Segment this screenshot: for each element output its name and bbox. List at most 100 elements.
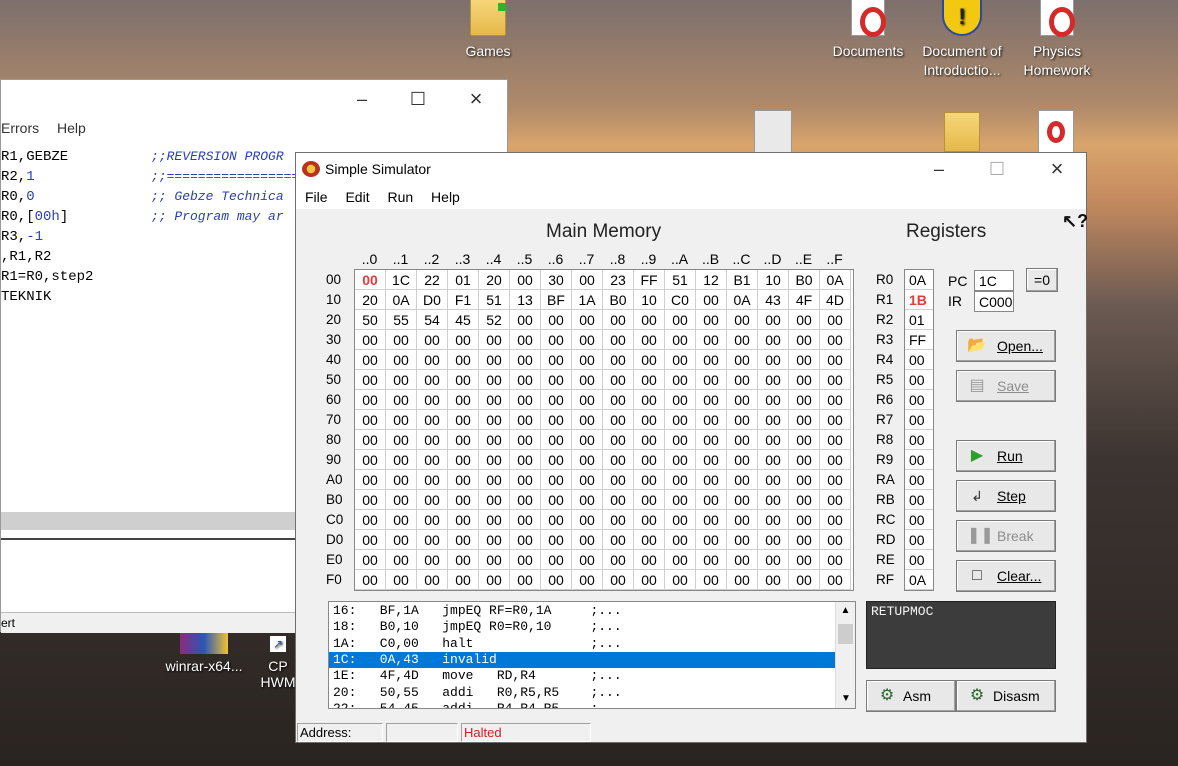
menu-edit[interactable]: Edit: [345, 189, 369, 205]
code-line[interactable]: R2,1: [1, 169, 35, 185]
memory-cell[interactable]: 00: [603, 510, 634, 530]
memory-cell[interactable]: 0A: [727, 290, 758, 310]
break-button[interactable]: ❚❚ Break: [956, 520, 1056, 552]
memory-cell[interactable]: 00: [634, 370, 665, 390]
memory-cell[interactable]: 00: [417, 490, 448, 510]
memory-cell[interactable]: 00: [789, 410, 820, 430]
memory-cell[interactable]: 00: [355, 470, 386, 490]
memory-cell[interactable]: 00: [665, 490, 696, 510]
memory-cell[interactable]: 00: [417, 570, 448, 590]
memory-cell[interactable]: 00: [479, 350, 510, 370]
memory-cell[interactable]: 00: [696, 290, 727, 310]
register-value[interactable]: 00: [905, 490, 933, 510]
memory-cell[interactable]: 00: [634, 330, 665, 350]
memory-cell[interactable]: 00: [820, 430, 851, 450]
document-file-icon[interactable]: [754, 110, 792, 154]
memory-cell[interactable]: 00: [634, 470, 665, 490]
code-line[interactable]: ,R1,R2: [1, 249, 51, 265]
memory-cell[interactable]: 23: [603, 270, 634, 290]
desktop-icon-documents[interactable]: Documents: [818, 0, 918, 61]
memory-cell[interactable]: 00: [479, 330, 510, 350]
memory-cell[interactable]: 00: [758, 350, 789, 370]
memory-cell[interactable]: 00: [789, 350, 820, 370]
memory-cell[interactable]: 00: [386, 330, 417, 350]
memory-cell[interactable]: 00: [572, 490, 603, 510]
memory-cell[interactable]: 00: [479, 410, 510, 430]
memory-cell[interactable]: 00: [355, 410, 386, 430]
memory-cell[interactable]: 00: [572, 390, 603, 410]
memory-cell[interactable]: 00: [603, 330, 634, 350]
memory-cell[interactable]: 00: [355, 330, 386, 350]
memory-cell[interactable]: 00: [386, 570, 417, 590]
memory-cell[interactable]: 00: [665, 410, 696, 430]
register-value[interactable]: 00: [905, 550, 933, 570]
memory-cell[interactable]: 45: [448, 310, 479, 330]
memory-cell[interactable]: 00: [479, 490, 510, 510]
menu-help[interactable]: Help: [431, 189, 460, 205]
memory-cell[interactable]: 00: [603, 350, 634, 370]
menu-errors[interactable]: Errors: [1, 120, 39, 136]
winrar-icon[interactable]: winrar-x64...: [162, 632, 246, 674]
memory-cell[interactable]: 00: [448, 330, 479, 350]
memory-cell[interactable]: 00: [572, 410, 603, 430]
memory-cell[interactable]: 00: [510, 270, 541, 290]
memory-cell[interactable]: 00: [417, 530, 448, 550]
memory-cell[interactable]: 00: [820, 310, 851, 330]
minimize-button[interactable]: –: [916, 153, 962, 185]
memory-cell[interactable]: 00: [479, 570, 510, 590]
folder-icon[interactable]: [944, 112, 980, 152]
listing-row[interactable]: 1E: 4F,4D move RD,R4 ;...: [329, 668, 837, 684]
memory-cell[interactable]: 00: [634, 450, 665, 470]
memory-cell[interactable]: 00: [696, 410, 727, 430]
memory-cell[interactable]: 00: [479, 550, 510, 570]
memory-cell[interactable]: 00: [479, 390, 510, 410]
memory-cell[interactable]: 00: [603, 310, 634, 330]
memory-cell[interactable]: 00: [603, 530, 634, 550]
memory-cell[interactable]: 00: [448, 350, 479, 370]
memory-cell[interactable]: 00: [510, 470, 541, 490]
memory-cell[interactable]: 00: [758, 390, 789, 410]
memory-cell[interactable]: 00: [696, 550, 727, 570]
clear-button[interactable]: □ Clear...: [956, 560, 1056, 592]
memory-cell[interactable]: 13: [510, 290, 541, 310]
memory-cell[interactable]: 00: [758, 330, 789, 350]
memory-cell[interactable]: 00: [386, 350, 417, 370]
memory-cell[interactable]: 00: [448, 450, 479, 470]
memory-cell[interactable]: 00: [758, 510, 789, 530]
memory-cell[interactable]: 00: [355, 270, 386, 290]
memory-cell[interactable]: 00: [758, 570, 789, 590]
memory-cell[interactable]: 00: [541, 550, 572, 570]
memory-cell[interactable]: 00: [634, 510, 665, 530]
memory-cell[interactable]: 00: [479, 370, 510, 390]
listing-row[interactable]: 20: 50,55 addi R0,R5,R5 ;...: [329, 685, 837, 701]
register-value[interactable]: 1B: [905, 290, 933, 310]
memory-cell[interactable]: 00: [603, 550, 634, 570]
memory-cell[interactable]: 00: [479, 470, 510, 490]
memory-cell[interactable]: 00: [386, 370, 417, 390]
memory-cell[interactable]: 00: [479, 430, 510, 450]
memory-cell[interactable]: 00: [386, 490, 417, 510]
register-value[interactable]: 00: [905, 350, 933, 370]
memory-cell[interactable]: 00: [696, 330, 727, 350]
memory-cell[interactable]: 00: [696, 310, 727, 330]
memory-cell[interactable]: 50: [355, 310, 386, 330]
memory-cell[interactable]: 00: [665, 470, 696, 490]
memory-cell[interactable]: 00: [541, 330, 572, 350]
register-value[interactable]: FF: [905, 330, 933, 350]
memory-cell[interactable]: 00: [386, 510, 417, 530]
memory-cell[interactable]: 00: [448, 550, 479, 570]
memory-cell[interactable]: 00: [386, 530, 417, 550]
memory-cell[interactable]: 00: [479, 510, 510, 530]
memory-cell[interactable]: 00: [665, 330, 696, 350]
listing-row[interactable]: 22: 54,45 addi R4,R4,R5 ;...: [329, 701, 837, 708]
memory-cell[interactable]: 00: [634, 550, 665, 570]
memory-cell[interactable]: 51: [665, 270, 696, 290]
memory-cell[interactable]: 00: [789, 530, 820, 550]
reset-pc-button[interactable]: =0: [1026, 268, 1058, 292]
memory-cell[interactable]: 00: [603, 470, 634, 490]
asm-button[interactable]: ⚙ Asm: [866, 680, 956, 712]
register-value[interactable]: 0A: [905, 570, 933, 590]
memory-cell[interactable]: 00: [634, 390, 665, 410]
memory-cell[interactable]: 00: [603, 450, 634, 470]
register-value[interactable]: 00: [905, 530, 933, 550]
